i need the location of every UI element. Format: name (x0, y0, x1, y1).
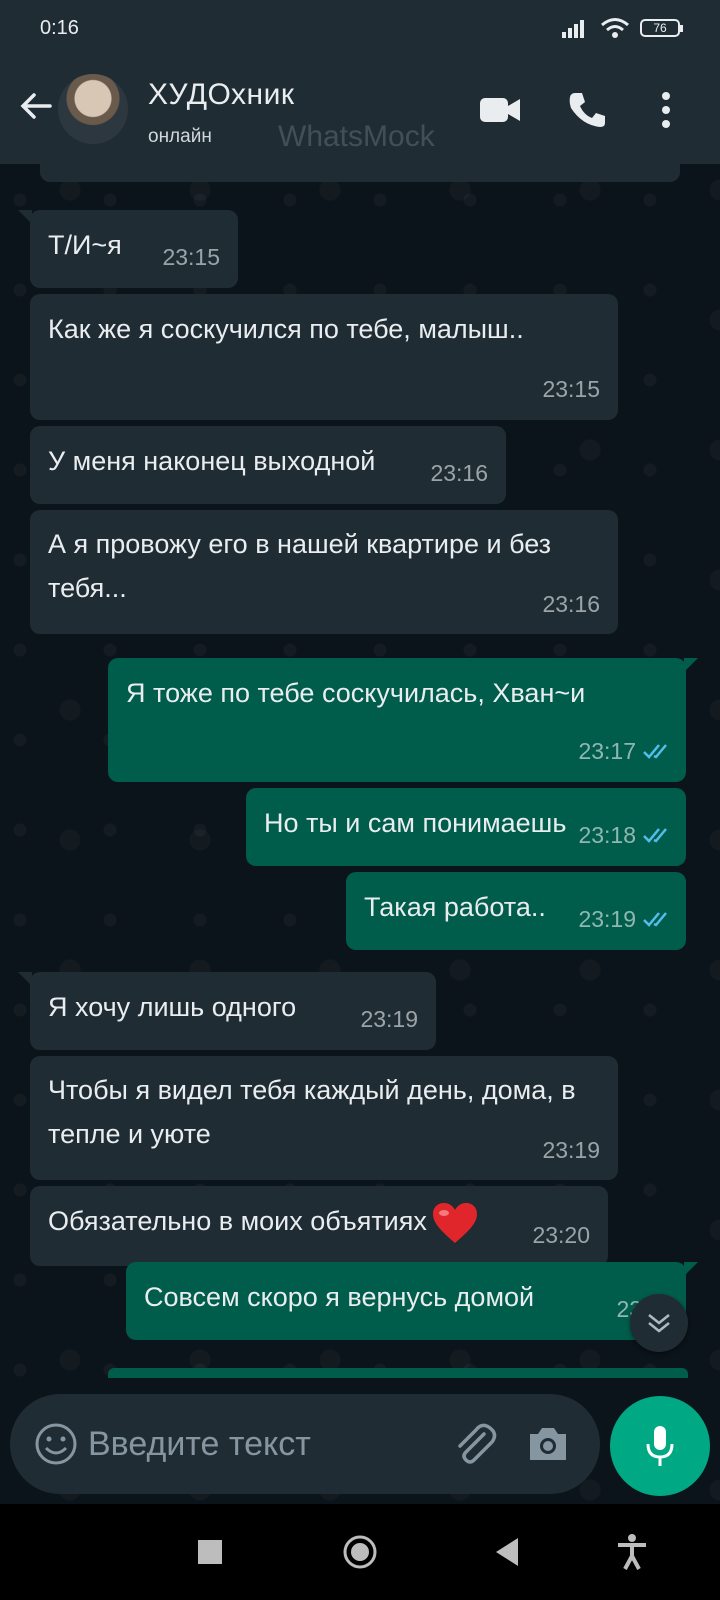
message-outgoing[interactable]: Я тоже по тебе соскучилась, Хван~и 23:17 (108, 658, 698, 782)
message-incoming[interactable]: Я хочу лишь одного 23:19 (18, 972, 436, 1050)
contact-name[interactable]: ХУДОхник (148, 78, 295, 112)
status-bar: 0:16 76 (0, 0, 720, 56)
message-time: 23:19 (360, 1006, 418, 1032)
red-heart-emoji-icon (432, 1202, 477, 1243)
avatar[interactable] (58, 74, 128, 144)
attach-icon[interactable] (450, 1420, 498, 1468)
chevron-down-icon (648, 1314, 670, 1333)
message-text: Обязательно в моих объятиях (48, 1198, 590, 1245)
message-incoming[interactable]: Как же я соскучился по тебе, малыш.. 23:… (30, 294, 618, 420)
message-text: У меня наконец выходной (48, 446, 376, 476)
message-time: 23:18 (578, 812, 674, 858)
message-outgoing[interactable]: Но ты и сам понимаешь 23:18 (246, 788, 686, 866)
battery-icon: 76 (640, 19, 683, 37)
message-composer[interactable]: Введите текст (10, 1394, 600, 1494)
battery-level: 76 (653, 21, 667, 35)
message-text: Чтобы я видел тебя каждый день, дома, в … (48, 1075, 576, 1149)
message-time: 23:15 (542, 376, 600, 402)
message-incoming[interactable]: Обязательно в моих объятиях 23:20 (30, 1186, 608, 1266)
contact-status: онлайн (148, 126, 212, 147)
read-ticks-icon (643, 828, 667, 843)
status-time: 0:16 (40, 16, 79, 39)
message-time: 23:20 (532, 1222, 590, 1248)
camera-icon[interactable] (526, 1422, 570, 1466)
wifi-icon (601, 18, 629, 38)
signal-icon (562, 20, 584, 38)
back-arrow-icon[interactable] (16, 86, 56, 126)
message-outgoing[interactable]: Такая работа.. 23:19 (346, 872, 686, 950)
message-time: 23:15 (162, 244, 220, 270)
message-incoming[interactable]: А я провожу его в нашей квартире и без т… (30, 510, 618, 634)
message-list[interactable]: Т/И~я 23:15 Как же я соскучился по тебе,… (0, 164, 720, 1368)
read-ticks-icon (643, 744, 667, 759)
chat-header: ХУДОхник онлайн WhatsMock (0, 56, 720, 164)
message-time: 23:16 (542, 591, 600, 617)
accessibility-icon[interactable] (612, 1532, 652, 1572)
partial-message (108, 1368, 688, 1378)
message-time: 23:19 (542, 1137, 600, 1163)
message-text: Я тоже по тебе соскучилась, Хван~и (126, 678, 586, 708)
nav-recents-icon[interactable] (190, 1532, 230, 1572)
read-ticks-icon (643, 912, 667, 927)
watermark: WhatsMock (278, 120, 435, 153)
message-time: 23:16 (430, 460, 488, 486)
system-nav-bar (0, 1504, 720, 1600)
video-call-icon[interactable] (478, 90, 522, 130)
scroll-to-bottom-button[interactable] (630, 1294, 688, 1352)
message-time: 23:19 (578, 896, 674, 942)
overflow-menu-icon[interactable] (656, 90, 676, 130)
message-outgoing[interactable]: Совсем скоро я вернусь домой 23:21 (126, 1262, 698, 1340)
nav-home-icon[interactable] (340, 1532, 380, 1572)
message-text: Совсем скоро я вернусь домой (144, 1282, 535, 1312)
message-text: А я провожу его в нашей квартире и без т… (48, 529, 552, 603)
message-incoming[interactable]: Чтобы я видел тебя каждый день, дома, в … (30, 1056, 618, 1180)
emoji-icon[interactable] (34, 1422, 78, 1466)
mic-icon (646, 1426, 674, 1466)
message-input[interactable]: Введите текст (88, 1416, 311, 1472)
message-text: Как же я соскучился по тебе, малыш.. (48, 314, 524, 344)
message-incoming[interactable]: У меня наконец выходной 23:16 (30, 426, 506, 504)
voice-message-button[interactable] (610, 1396, 710, 1496)
voice-call-icon[interactable] (566, 90, 610, 130)
nav-back-icon[interactable] (488, 1532, 528, 1572)
message-incoming[interactable]: Т/И~я 23:15 (18, 210, 238, 288)
message-time: 23:17 (578, 728, 674, 774)
